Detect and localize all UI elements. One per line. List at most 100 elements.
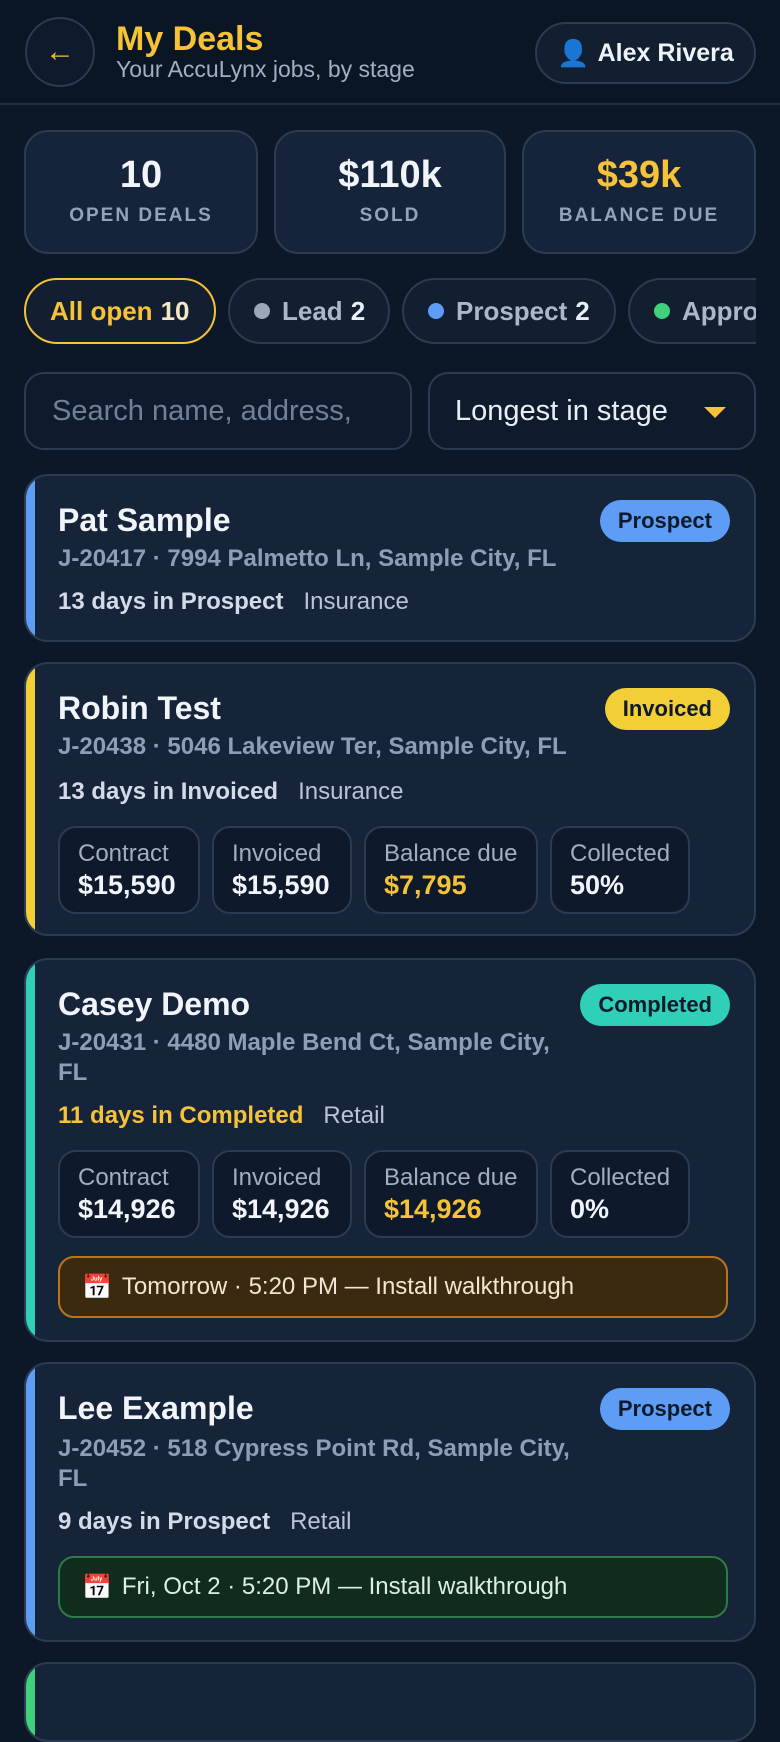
metric-collected: Collected 50% xyxy=(550,826,690,914)
status-badge: Completed xyxy=(580,984,730,1026)
metric-label: Collected xyxy=(570,1164,671,1191)
stage-color-bar xyxy=(26,664,35,934)
deal-meta: 13 days in Prospect Insurance xyxy=(58,588,409,616)
deal-address: J-20417 · 7994 Palmetto Ln, Sample City,… xyxy=(58,545,557,572)
deal-meta: 13 days in Invoiced Insurance xyxy=(58,778,404,806)
page-subtitle: Your AccuLynx jobs, by stage xyxy=(116,56,415,82)
status-badge: Invoiced xyxy=(604,688,730,730)
appointment-text: Tomorrow · 5:20 PM — Install walkthrough xyxy=(121,1273,575,1300)
person-icon: 👤 xyxy=(557,37,590,68)
deal-address: J-20438 · 5046 Lakeview Ter, Sample City… xyxy=(58,733,567,760)
deal-name: Robin Test xyxy=(58,690,221,726)
stat-value: $110k xyxy=(338,154,442,196)
metric-value: $14,926 xyxy=(78,1194,176,1224)
status-dot-icon xyxy=(428,303,444,319)
stat-open-deals: 10 OPEN DEALS xyxy=(24,130,258,254)
metric-invoiced: Invoiced $15,590 xyxy=(212,826,352,914)
sort-select[interactable]: Longest in stage xyxy=(428,372,756,450)
metric-balance-due: Balance due $7,795 xyxy=(364,826,538,914)
metric-label: Contract xyxy=(78,840,169,867)
metric-value: $15,590 xyxy=(232,870,330,900)
days-in-stage: 11 days in Completed xyxy=(58,1102,304,1129)
stat-balance-due: $39k BALANCE DUE xyxy=(522,130,756,254)
deal-type: Retail xyxy=(290,1508,352,1535)
metric-balance-due: Balance due $14,926 xyxy=(364,1150,538,1238)
stage-color-bar xyxy=(26,1664,35,1740)
chip-count: 10 xyxy=(160,295,190,326)
user-menu-button[interactable]: 👤 Alex Rivera xyxy=(535,22,756,84)
appointment-banner[interactable]: 📅 Fri, Oct 2 · 5:20 PM — Install walkthr… xyxy=(58,1556,728,1618)
deal-card[interactable] xyxy=(24,1662,756,1742)
metric-label: Contract xyxy=(78,1164,169,1191)
deal-type: Insurance xyxy=(303,588,409,615)
deal-meta: 9 days in Prospect Retail xyxy=(58,1508,351,1536)
chip-label: All open xyxy=(50,295,153,326)
stat-label: BALANCE DUE xyxy=(558,205,720,226)
back-arrow-icon: ← xyxy=(45,35,75,68)
metric-value: $14,926 xyxy=(232,1194,330,1224)
metric-contract: Contract $15,590 xyxy=(58,826,200,914)
stat-label: OPEN DEALS xyxy=(69,205,213,226)
deal-address: J-20431 · 4480 Maple Bend Ct, Sample Cit… xyxy=(58,1029,550,1086)
deal-address: J-20452 · 518 Cypress Point Rd, Sample C… xyxy=(58,1435,570,1492)
deal-card[interactable]: Pat Sample Prospect J-20417 · 7994 Palme… xyxy=(24,474,756,642)
metric-collected: Collected 0% xyxy=(550,1150,690,1238)
stat-sold: $110k SOLD xyxy=(274,130,506,254)
chip-count: 2 xyxy=(350,295,366,326)
status-dot-icon xyxy=(254,303,270,319)
filter-chip-approved[interactable]: Appro xyxy=(628,278,756,344)
chip-count: 2 xyxy=(575,295,590,326)
metric-value: $14,926 xyxy=(384,1194,482,1224)
appointment-banner[interactable]: 📅 Tomorrow · 5:20 PM — Install walkthrou… xyxy=(58,1256,728,1318)
deal-meta: 11 days in Completed Retail xyxy=(58,1102,385,1130)
deal-type: Retail xyxy=(323,1102,385,1129)
metric-value: $15,590 xyxy=(78,870,176,900)
chip-label: Prospect xyxy=(456,295,568,326)
stage-color-bar xyxy=(26,1364,35,1640)
chevron-down-icon xyxy=(704,407,726,418)
deal-card[interactable]: Casey Demo Completed J-20431 · 4480 Mapl… xyxy=(24,958,756,1342)
metric-value: 0% xyxy=(570,1194,610,1224)
app-header: ← My Deals Your AccuLynx jobs, by stage … xyxy=(0,0,780,105)
chip-label: Lead xyxy=(282,295,343,326)
deal-type: Insurance xyxy=(298,778,404,805)
user-name: Alex Rivera xyxy=(597,38,734,67)
status-badge: Prospect xyxy=(599,1388,730,1430)
calendar-icon: 📅 xyxy=(82,1273,112,1301)
status-badge: Prospect xyxy=(599,500,730,542)
back-button[interactable]: ← xyxy=(25,17,95,87)
metric-contract: Contract $14,926 xyxy=(58,1150,200,1238)
deal-name: Lee Example xyxy=(58,1390,254,1426)
deal-card[interactable]: Robin Test Invoiced J-20438 · 5046 Lakev… xyxy=(24,662,756,936)
metric-label: Collected xyxy=(570,840,671,867)
stat-value: 10 xyxy=(119,154,163,196)
days-in-stage: 9 days in Prospect xyxy=(58,1508,271,1535)
stage-color-bar xyxy=(26,960,35,1340)
calendar-icon: 📅 xyxy=(82,1573,112,1601)
filter-chip-all-open[interactable]: All open 10 xyxy=(24,278,216,344)
status-dot-icon xyxy=(654,303,670,319)
search-input[interactable] xyxy=(24,372,412,450)
filter-chip-prospect[interactable]: Prospect 2 xyxy=(402,278,616,344)
metric-label: Invoiced xyxy=(232,1164,322,1191)
metric-label: Invoiced xyxy=(232,840,322,867)
metric-value: 50% xyxy=(570,870,625,900)
metric-label: Balance due xyxy=(384,1164,518,1191)
days-in-stage: 13 days in Invoiced xyxy=(58,778,279,805)
appointment-text: Fri, Oct 2 · 5:20 PM — Install walkthrou… xyxy=(121,1573,568,1600)
metric-value: $7,795 xyxy=(384,870,467,900)
page-title: My Deals xyxy=(116,20,264,58)
stat-label: SOLD xyxy=(359,205,421,226)
metric-invoiced: Invoiced $14,926 xyxy=(212,1150,352,1238)
deal-name: Pat Sample xyxy=(58,502,231,538)
chip-label: Appro xyxy=(682,295,756,326)
days-in-stage: 13 days in Prospect xyxy=(58,588,284,615)
stage-filter-bar: All open 10 Lead 2 Prospect 2 Appro xyxy=(24,278,756,344)
deal-card[interactable]: Lee Example Prospect J-20452 · 518 Cypre… xyxy=(24,1362,756,1642)
filter-chip-lead[interactable]: Lead 2 xyxy=(228,278,390,344)
metric-label: Balance due xyxy=(384,840,518,867)
stage-color-bar xyxy=(26,476,35,640)
stat-value: $39k xyxy=(596,154,682,196)
deal-name: Casey Demo xyxy=(58,986,251,1022)
sort-value: Longest in stage xyxy=(455,394,668,427)
